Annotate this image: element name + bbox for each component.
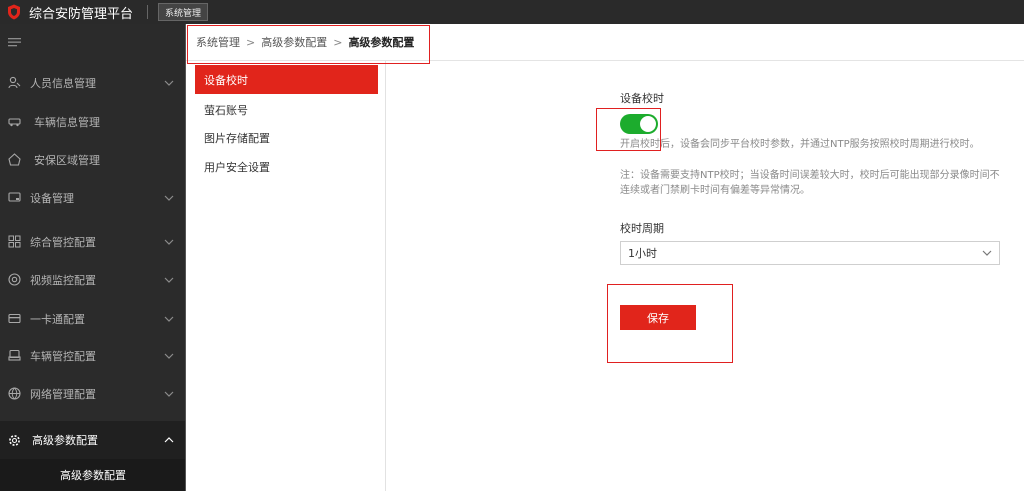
area-icon (8, 153, 21, 166)
top-bar: 综合安防管理平台 系统管理 (0, 0, 1024, 24)
sidebar-item-label: 网络管理配置 (30, 387, 96, 401)
sidebar-item-advanced-params[interactable]: 高级参数配置 (0, 421, 186, 459)
sidebar-item-one-card[interactable]: 一卡通配置 (0, 300, 186, 337)
vehicle-control-icon (8, 349, 21, 362)
settings-subnav: 设备校时 萤石账号 图片存储配置 用户安全设置 (186, 61, 386, 491)
sidebar-item-vehicle-info[interactable]: 车辆信息管理 (0, 103, 186, 140)
breadcrumb-item-advanced[interactable]: 高级参数配置 (261, 34, 327, 50)
tab-system-management[interactable]: 系统管理 (158, 3, 209, 21)
sidebar-item-label: 综合管控配置 (30, 235, 96, 249)
sidebar-item-label: 视频监控配置 (30, 273, 96, 287)
chevron-down-icon (164, 193, 174, 203)
menu-collapse-icon (8, 37, 21, 46)
car-icon (8, 115, 21, 128)
sidebar-item-security-area[interactable]: 安保区域管理 (0, 141, 186, 178)
sidebar-item-label: 人员信息管理 (30, 76, 96, 90)
sidebar: 人员信息管理 车辆信息管理 安保区域管理 设备管理 综合管控配置 视频监控配置 (0, 24, 186, 491)
topbar-divider (147, 5, 149, 19)
period-selected-value: 1小时 (628, 247, 657, 260)
breadcrumb: 系统管理 > 高级参数配置 > 高级参数配置 (186, 24, 1024, 60)
sidebar-item-label: 车辆信息管理 (34, 115, 100, 129)
sidebar-item-integrated-control[interactable]: 综合管控配置 (0, 223, 186, 260)
time-sync-note: 注：设备需要支持NTP校时；当设备时间误差较大时，校时后可能出现部分录像时间不连… (620, 170, 1000, 196)
chevron-down-icon (982, 250, 992, 256)
card-icon (8, 312, 21, 325)
chevron-down-icon (164, 389, 174, 399)
chevron-down-icon (164, 78, 174, 88)
time-sync-form: 设备校时 开启校时后，设备会同步平台校时参数，并通过NTP服务按照校时周期进行校… (620, 90, 1000, 330)
breadcrumb-separator: > (333, 35, 343, 49)
gear-icon (8, 434, 21, 447)
chevron-down-icon (164, 351, 174, 361)
sidebar-item-label: 安保区域管理 (34, 153, 100, 167)
device-icon (8, 191, 21, 204)
breadcrumb-separator: > (246, 35, 256, 49)
section-label: 设备校时 (620, 92, 664, 105)
breadcrumb-current: 高级参数配置 (348, 36, 415, 49)
time-sync-description: 开启校时后，设备会同步平台校时参数，并通过NTP服务按照校时周期进行校时。 (620, 139, 980, 150)
person-icon (8, 76, 21, 89)
grid-icon (8, 235, 21, 248)
time-sync-toggle[interactable] (620, 114, 658, 134)
chevron-down-icon (164, 237, 174, 247)
app-title: 综合安防管理平台 (29, 6, 134, 22)
network-icon (8, 387, 21, 400)
sidebar-item-label: 高级参数配置 (32, 434, 98, 447)
shield-logo-icon (6, 4, 22, 20)
chevron-up-icon (164, 435, 174, 445)
breadcrumb-item-system[interactable]: 系统管理 (196, 34, 240, 50)
menu-collapse-button[interactable] (0, 24, 186, 61)
subnav-item-image-storage[interactable]: 图片存储配置 (195, 123, 378, 152)
subnav-item-user-security[interactable]: 用户安全设置 (195, 152, 378, 181)
camera-icon (8, 273, 21, 286)
sidebar-item-label: 车辆管控配置 (30, 349, 96, 363)
chevron-down-icon (164, 314, 174, 324)
sidebar-item-network[interactable]: 网络管理配置 (0, 375, 186, 412)
chevron-down-icon (164, 275, 174, 285)
period-label: 校时周期 (620, 222, 664, 235)
subnav-item-ezviz-account[interactable]: 萤石账号 (195, 95, 378, 124)
sidebar-item-label: 一卡通配置 (30, 312, 85, 326)
sidebar-subitem-advanced-params[interactable]: 高级参数配置 (0, 459, 186, 491)
sidebar-item-video-monitor[interactable]: 视频监控配置 (0, 261, 186, 298)
toggle-knob (640, 116, 656, 132)
sidebar-item-label: 设备管理 (30, 191, 74, 205)
sidebar-item-vehicle-control[interactable]: 车辆管控配置 (0, 337, 186, 374)
period-select[interactable]: 1小时 (620, 241, 1000, 265)
sidebar-item-person-info[interactable]: 人员信息管理 (0, 64, 186, 101)
save-button[interactable]: 保存 (620, 305, 696, 330)
subnav-item-device-time-sync[interactable]: 设备校时 (195, 65, 378, 94)
sidebar-item-device[interactable]: 设备管理 (0, 179, 186, 216)
